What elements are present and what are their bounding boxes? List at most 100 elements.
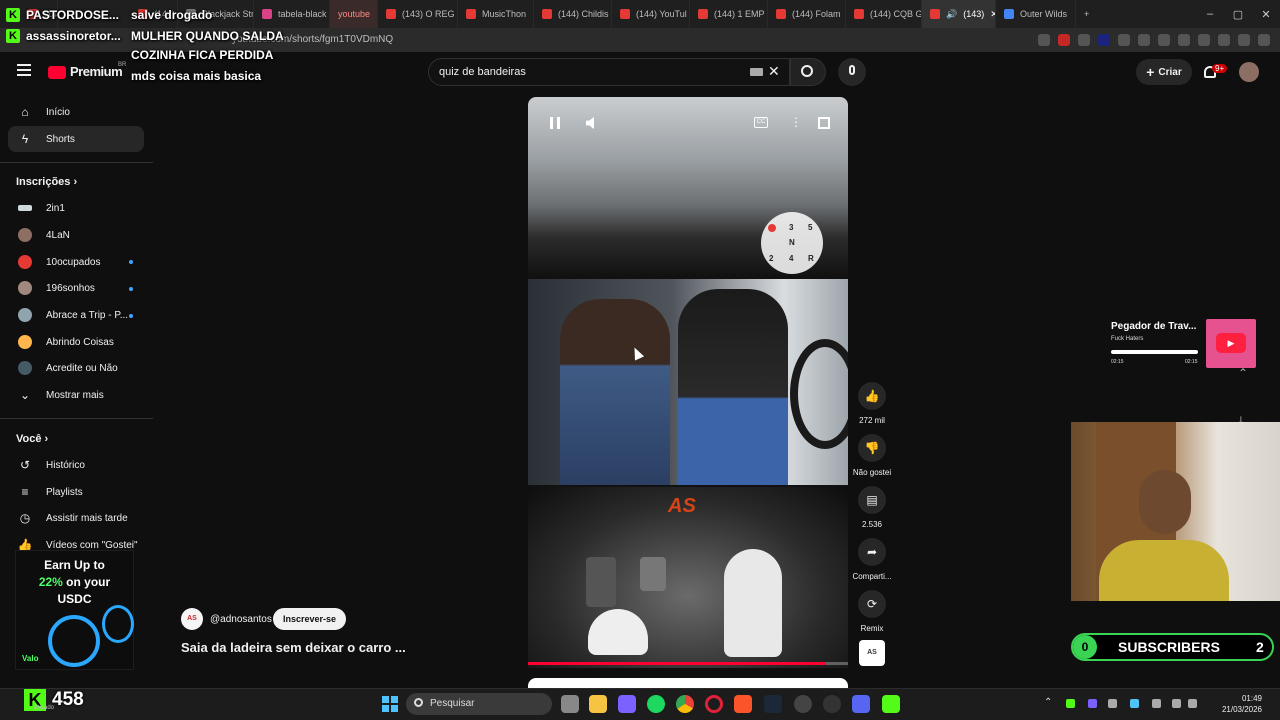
sidebar-item-watch-later[interactable]: ◷ Assistir mais tarde <box>8 505 144 531</box>
video-progress-bar[interactable] <box>528 662 848 665</box>
music-progress-bar <box>1111 350 1198 354</box>
extension-icon[interactable] <box>1198 34 1210 46</box>
discord-icon[interactable] <box>852 695 870 713</box>
mic-icon[interactable] <box>1152 699 1161 708</box>
hamburger-icon[interactable] <box>17 64 31 76</box>
mic-button[interactable] <box>838 58 866 86</box>
steam-icon[interactable] <box>764 695 782 713</box>
captions-icon[interactable]: CC <box>754 117 768 128</box>
channel-avatar <box>18 361 32 375</box>
browser-tab[interactable]: (144) Folam <box>768 0 846 28</box>
youtube-logo-icon[interactable] <box>48 66 66 79</box>
app-icon[interactable] <box>618 695 636 713</box>
extension-icon[interactable] <box>1098 34 1110 46</box>
usdc-coin-icon <box>48 615 100 667</box>
audio-source-thumbnail[interactable]: AS <box>859 640 885 666</box>
browser-tab[interactable]: (143) O REG <box>378 0 458 28</box>
extension-icon[interactable] <box>1158 34 1170 46</box>
subscriptions-heading[interactable]: Inscrições › <box>16 176 77 188</box>
minimize-button[interactable]: – <box>1196 8 1224 20</box>
browser-tab-active[interactable]: 🔊(143)✕ <box>922 0 996 28</box>
network-icon[interactable] <box>1172 699 1181 708</box>
avatar[interactable] <box>1239 62 1259 82</box>
app-icon[interactable] <box>882 695 900 713</box>
search-icon <box>801 65 813 77</box>
tray-overflow-icon[interactable]: ⌃ <box>1044 697 1052 708</box>
create-button[interactable]: + Criar <box>1136 59 1192 85</box>
show-more-button[interactable]: ⌄ Mostrar mais <box>8 382 144 408</box>
brave-icon[interactable] <box>734 695 752 713</box>
sidebar-item-playlists[interactable]: ≡ Playlists <box>8 479 144 505</box>
next-short-preview[interactable] <box>528 678 848 688</box>
more-options-icon[interactable]: ⋮ <box>790 115 802 129</box>
pause-icon[interactable] <box>550 117 560 129</box>
subscribe-button[interactable]: Inscrever-se <box>273 608 346 630</box>
channel-avatar[interactable]: AS <box>181 608 203 630</box>
extension-icon[interactable] <box>1118 34 1130 46</box>
browser-tab[interactable]: (144) YouTul <box>612 0 690 28</box>
extension-icon[interactable] <box>1138 34 1150 46</box>
spotify-icon[interactable] <box>647 695 665 713</box>
like-button[interactable]: 👍 <box>858 382 886 410</box>
browser-tab[interactable]: Outer Wilds <box>996 0 1076 28</box>
tab-favicon-icon <box>542 9 552 19</box>
keyboard-icon[interactable] <box>750 68 763 76</box>
dislike-button[interactable]: 👎 <box>858 434 886 462</box>
fullscreen-icon[interactable] <box>818 117 830 129</box>
comment-button[interactable]: ▤ <box>858 486 886 514</box>
tray-icon[interactable] <box>1066 699 1075 708</box>
sidebar-item-home[interactable]: ⌂ Início <box>8 99 144 125</box>
extension-icon[interactable] <box>1238 34 1250 46</box>
sidebar-item-shorts[interactable]: ϟ Shorts <box>8 126 144 152</box>
browser-tab[interactable]: (144) Childis <box>534 0 612 28</box>
extension-icon[interactable] <box>1078 34 1090 46</box>
file-explorer-icon[interactable] <box>589 695 607 713</box>
clear-search-icon[interactable]: ✕ <box>768 63 780 80</box>
volume-icon[interactable] <box>1188 699 1197 708</box>
like-icon: 👍 <box>864 389 880 403</box>
tab-favicon-icon <box>776 9 786 19</box>
volume-icon[interactable] <box>586 117 594 129</box>
sidebar-item-subscription[interactable]: Abrace a Trip - P... <box>8 302 144 328</box>
new-tab-button[interactable]: + <box>1076 0 1100 28</box>
sidebar-item-subscription[interactable]: 196sonhos <box>8 275 144 301</box>
browser-tab[interactable]: (144) 1 EMP <box>690 0 768 28</box>
channel-name[interactable]: @adnosantos <box>210 614 272 625</box>
browser-tab[interactable]: youtube <box>330 0 378 28</box>
system-clock[interactable]: 01:49 21/03/2026 <box>1202 693 1262 715</box>
sidebar-item-subscription[interactable]: Acredite ou Não <box>8 355 144 381</box>
app-icon[interactable] <box>823 695 841 713</box>
sidebar-item-subscription[interactable]: 10ocupados <box>8 249 144 275</box>
bluetooth-icon[interactable] <box>1130 699 1139 708</box>
taskbar-search[interactable] <box>406 693 552 715</box>
remix-button[interactable]: ⟳ <box>858 590 886 618</box>
you-heading[interactable]: Você › <box>16 433 48 445</box>
sidebar-item-subscription[interactable]: 2in1 <box>8 195 144 221</box>
obs-icon[interactable] <box>794 695 812 713</box>
browser-tab[interactable]: tabela-black <box>254 0 330 28</box>
sidebar-item-subscription[interactable]: Abrindo Coisas <box>8 329 144 355</box>
short-title[interactable]: Saia da ladeira sem deixar o carro ... <box>181 640 406 655</box>
extension-icon[interactable] <box>1178 34 1190 46</box>
tray-icon[interactable] <box>1108 699 1117 708</box>
task-view-icon[interactable] <box>561 695 579 713</box>
browser-tab[interactable]: (144) CQB G <box>846 0 922 28</box>
search-button[interactable] <box>790 58 826 86</box>
browser-tab[interactable]: MusicThon <box>458 0 534 28</box>
opera-icon[interactable] <box>705 695 723 713</box>
maximize-button[interactable]: ▢ <box>1224 8 1252 21</box>
windows-start-icon[interactable] <box>382 696 398 712</box>
share-button[interactable]: ➦ <box>858 538 886 566</box>
shorts-video-player[interactable]: CC ⋮ 3 5 N 2 4 R AS <box>528 97 848 668</box>
tray-icon[interactable] <box>1088 699 1097 708</box>
extension-icon[interactable] <box>1038 34 1050 46</box>
sidebar-item-history[interactable]: ↺ Histórico <box>8 452 144 478</box>
menu-icon[interactable] <box>1258 34 1270 46</box>
sidebar-item-subscription[interactable]: 4LaN <box>8 222 144 248</box>
tab-favicon-icon <box>466 9 476 19</box>
extension-icon[interactable] <box>1058 34 1070 46</box>
close-window-button[interactable]: ✕ <box>1252 8 1280 21</box>
extension-icon[interactable] <box>1218 34 1230 46</box>
chrome-icon[interactable] <box>676 695 694 713</box>
scroll-up-icon[interactable]: ⌃ <box>1238 366 1248 380</box>
